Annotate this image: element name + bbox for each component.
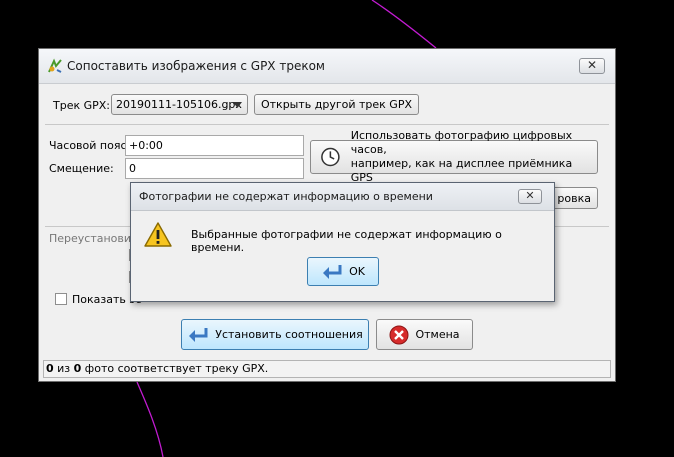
reinstall-group-label: Переустановит — [49, 232, 138, 245]
apply-correlation-button[interactable]: Установить соотношения — [181, 319, 369, 350]
arrow-return-icon — [189, 327, 208, 342]
dialog-titlebar: Фотографии не содержат информацию о врем… — [131, 183, 554, 211]
gpx-track-select[interactable]: 20190111-105106.gpx — [111, 94, 248, 115]
clock-icon — [321, 147, 340, 167]
timezone-label: Часовой пояс: — [49, 139, 131, 152]
dialog-message: Выбранные фотографии не содержат информа… — [191, 228, 502, 254]
cancel-button[interactable]: Отмена — [376, 319, 473, 350]
warning-icon — [144, 222, 172, 247]
no-time-info-dialog: Фотографии не содержат информацию о врем… — [130, 182, 555, 302]
chevron-down-icon — [233, 102, 242, 108]
show-checkbox[interactable] — [55, 293, 67, 305]
cancel-label: Отмена — [415, 328, 460, 341]
dialog-title: Фотографии не содержат информацию о врем… — [139, 190, 433, 203]
arrow-return-icon — [323, 264, 342, 279]
separator — [45, 124, 609, 125]
open-other-track-label: Открыть другой трек GPX — [260, 98, 412, 111]
status-mid: из — [53, 362, 74, 375]
use-clock-photo-button[interactable]: Использовать фотографию цифровых часов, … — [310, 129, 598, 184]
open-other-track-button[interactable]: Открыть другой трек GPX — [254, 94, 419, 115]
close-icon: ✕ — [586, 58, 598, 72]
status-bar: 0 из 0 фото соответствует треку GPX. — [43, 360, 611, 378]
timezone-input[interactable]: +0:00 — [125, 135, 304, 156]
use-clock-photo-line1: Использовать фотографию цифровых часов, — [350, 129, 573, 156]
gpx-track-label: Трек GPX: — [53, 99, 111, 112]
status-matched: 0 — [46, 362, 54, 375]
window-title: Сопоставить изображения с GPX треком — [67, 59, 325, 73]
offset-label: Смещение: — [49, 162, 114, 175]
offset-input[interactable]: 0 — [125, 158, 304, 179]
use-clock-photo-line2: например, как на дисплее приёмника GPS — [350, 157, 573, 184]
window-close-button[interactable]: ✕ — [579, 58, 605, 74]
close-icon: ✕ — [525, 189, 535, 202]
gpx-track-value: 20190111-105106.gpx — [116, 98, 242, 111]
status-rest: фото соответствует треку GPX. — [81, 362, 269, 375]
cancel-icon — [389, 325, 409, 344]
josm-geoimage-icon — [48, 58, 62, 73]
dialog-close-button[interactable]: ✕ — [518, 189, 542, 204]
ok-button[interactable]: OK — [307, 257, 379, 286]
manual-adjust-label: ровка — [557, 191, 591, 205]
apply-correlation-label: Установить соотношения — [215, 328, 363, 341]
window-titlebar: Сопоставить изображения с GPX треком ✕ — [39, 49, 615, 84]
ok-label: OK — [349, 265, 365, 278]
